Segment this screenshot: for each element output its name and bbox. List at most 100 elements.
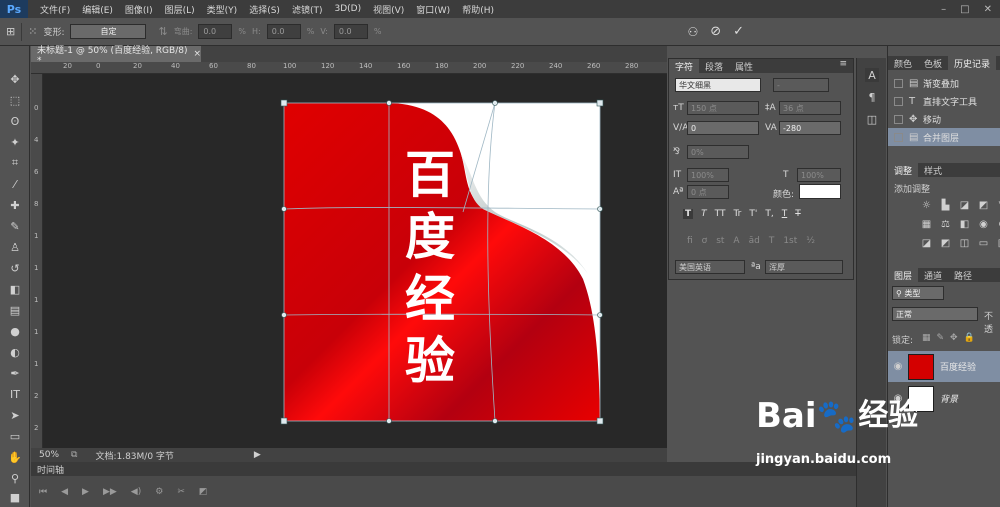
faux-bold-button[interactable]: T [683, 209, 694, 219]
kerning-input[interactable]: 0 [687, 121, 759, 135]
panel-menu-icon[interactable]: ≡ [839, 59, 853, 73]
menu-help[interactable]: 帮助(H) [456, 3, 500, 16]
reference-point-icon[interactable]: ⁙ [28, 25, 37, 38]
fractions-button[interactable]: ½ [806, 236, 815, 246]
history-checkbox[interactable] [894, 96, 903, 106]
history-checkbox[interactable] [894, 132, 903, 142]
close-tab-icon[interactable]: × [193, 49, 201, 59]
titling-button[interactable]: ād [749, 236, 760, 246]
menu-type[interactable]: 类型(Y) [201, 3, 244, 16]
channel-mixer-icon[interactable]: ⊕ [994, 219, 1000, 230]
menu-edit[interactable]: 编辑(E) [76, 3, 119, 16]
eraser-tool-icon[interactable]: ◧ [5, 280, 25, 298]
tab-properties[interactable]: 属性 [729, 59, 759, 73]
tab-paths[interactable]: 路径 [948, 268, 978, 282]
lasso-tool-icon[interactable]: ʘ [5, 112, 25, 130]
zoom-tool-icon[interactable]: ⚲ [5, 469, 25, 487]
properties-panel-icon[interactable]: ◫ [865, 112, 879, 126]
rectangle-tool-icon[interactable]: ▭ [5, 427, 25, 445]
layer-filter-select[interactable]: ⚲ 类型 [892, 286, 944, 300]
menu-file[interactable]: 文件(F) [34, 3, 76, 16]
previous-frame-icon[interactable]: ◀ [61, 487, 68, 497]
brightness-icon[interactable]: ☼ [918, 200, 935, 211]
warp-orientation-icon[interactable]: ⇅ [158, 25, 167, 38]
baseline-shift-input[interactable]: 0 点 [687, 185, 729, 199]
gradient-map-icon[interactable]: ▭ [975, 238, 992, 249]
color-balance-icon[interactable]: ⚖ [937, 219, 954, 230]
language-select[interactable]: 美国英语 [675, 260, 745, 274]
tab-character[interactable]: 字符 [669, 59, 700, 73]
curves-icon[interactable]: ◪ [956, 200, 973, 211]
tab-color[interactable]: 颜色 [888, 56, 918, 70]
history-checkbox[interactable] [894, 114, 903, 124]
gradient-tool-icon[interactable]: ▤ [5, 301, 25, 319]
magic-wand-tool-icon[interactable]: ✦ [5, 133, 25, 151]
timeline-panel-tab[interactable]: 时间轴 [31, 462, 867, 476]
faux-italic-button[interactable]: T [701, 209, 707, 219]
levels-icon[interactable]: ▙ [937, 200, 954, 211]
clone-stamp-tool-icon[interactable]: ♙ [5, 238, 25, 256]
tab-swatches[interactable]: 色板 [918, 56, 948, 70]
menu-3d[interactable]: 3D(D) [328, 4, 367, 14]
lock-icons[interactable]: ▦✎✥🔒 [922, 333, 981, 343]
swash-button[interactable]: st [716, 236, 724, 246]
eyedropper-tool-icon[interactable]: ⁄ [5, 175, 25, 193]
history-item[interactable]: T 直排文字工具 [888, 92, 1000, 110]
tab-history[interactable]: 历史记录 [948, 56, 997, 70]
tab-styles[interactable]: 样式 [918, 163, 948, 177]
maximize-icon[interactable]: □ [960, 4, 969, 15]
antialias-select[interactable]: 浑厚 [765, 260, 843, 274]
warp-style-select[interactable]: 自定 [70, 24, 147, 39]
ligature-button[interactable]: fi [687, 236, 693, 246]
history-item[interactable]: ✥ 移动 [888, 110, 1000, 128]
menu-view[interactable]: 视图(V) [367, 3, 410, 16]
tab-channels[interactable]: 通道 [918, 268, 948, 282]
leading-input[interactable]: 36 点 [779, 101, 841, 115]
canvas-workspace[interactable]: 百 度 经 验 [43, 74, 667, 448]
minimize-icon[interactable]: – [941, 4, 946, 15]
old-style-button[interactable]: ơ [702, 236, 708, 246]
history-item-selected[interactable]: ▤ 合并图层 [888, 128, 1000, 146]
tracking-input[interactable]: -280 [779, 121, 841, 135]
character-panel-icon[interactable]: A [865, 68, 879, 82]
move-tool-icon[interactable]: ✥ [5, 70, 25, 88]
visibility-eye-icon[interactable]: ◉ [888, 361, 908, 372]
selective-color-icon[interactable]: ▣ [994, 238, 1000, 249]
tab-paragraph[interactable]: 段落 [699, 59, 729, 73]
close-icon[interactable]: ✕ [984, 4, 992, 15]
photo-filter-icon[interactable]: ◉ [975, 219, 992, 230]
pen-tool-icon[interactable]: ✒ [5, 364, 25, 382]
invert-icon[interactable]: ◪ [918, 238, 935, 249]
all-caps-button[interactable]: TT [715, 209, 726, 219]
vibrance-icon[interactable]: ▽ [994, 200, 1000, 211]
hue-saturation-icon[interactable]: ▦ [918, 219, 935, 230]
tab-layers[interactable]: 图层 [888, 268, 919, 282]
menu-image[interactable]: 图像(I) [119, 3, 159, 16]
stylistic-button[interactable]: A [733, 236, 739, 246]
healing-brush-tool-icon[interactable]: ✚ [5, 196, 25, 214]
font-family-select[interactable]: 华文细黑 [675, 78, 761, 92]
small-caps-button[interactable]: Tr [733, 209, 741, 219]
menu-select[interactable]: 选择(S) [243, 3, 286, 16]
font-size-input[interactable]: 150 点 [687, 101, 759, 115]
history-brush-tool-icon[interactable]: ↺ [5, 259, 25, 277]
text-color-swatch[interactable] [799, 184, 841, 199]
history-item[interactable]: ▤ 渐变叠加 [888, 74, 1000, 92]
subscript-button[interactable]: T, [765, 209, 773, 219]
menu-filter[interactable]: 滤镜(T) [286, 3, 329, 16]
document-tab[interactable]: 未标题-1 @ 50% (百度经验, RGB/8) * × [31, 46, 201, 66]
menu-window[interactable]: 窗口(W) [410, 3, 456, 16]
next-frame-icon[interactable]: ▶▶ [103, 487, 117, 497]
tab-adjustments[interactable]: 调整 [888, 163, 919, 177]
cancel-transform-icon[interactable]: ⊘ [710, 24, 721, 39]
posterize-icon[interactable]: ◩ [937, 238, 954, 249]
status-arrow-icon[interactable]: ▶ [254, 450, 261, 460]
exposure-icon[interactable]: ◩ [975, 200, 992, 211]
color-swatches-icon[interactable]: ■ [5, 488, 25, 506]
hand-tool-icon[interactable]: ✋ [5, 448, 25, 466]
split-icon[interactable]: ✂ [177, 487, 185, 497]
blur-tool-icon[interactable]: ● [5, 322, 25, 340]
warp-tool-icon[interactable]: ⊞ [6, 25, 15, 38]
underline-button[interactable]: T [782, 209, 788, 219]
marquee-tool-icon[interactable]: ⬚ [5, 91, 25, 109]
